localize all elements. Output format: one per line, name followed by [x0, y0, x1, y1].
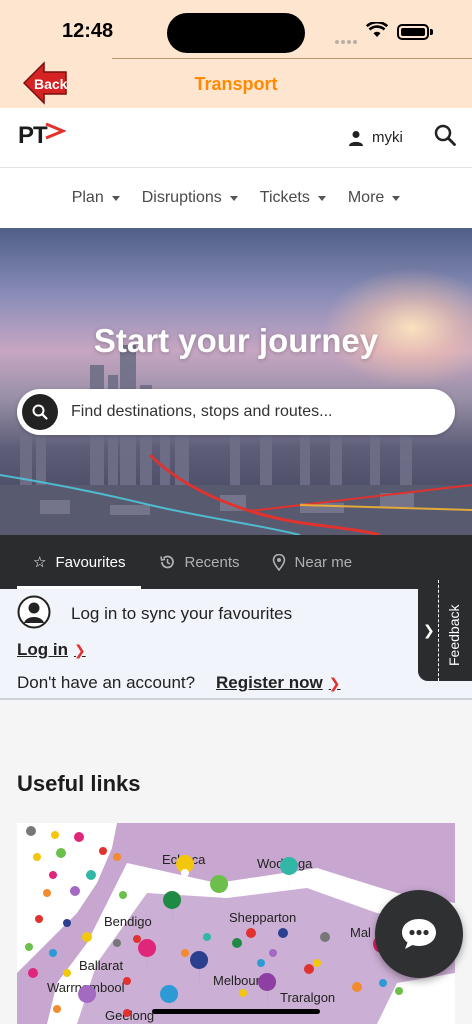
- nav-tickets[interactable]: Tickets: [260, 189, 326, 207]
- dynamic-island: [167, 13, 305, 53]
- home-indicator: [152, 1009, 320, 1014]
- chevron-right-icon: ❯: [328, 674, 341, 691]
- nav-disruptions[interactable]: Disruptions: [142, 189, 238, 207]
- useful-links-title: Useful links: [17, 771, 141, 796]
- signal-icon: [335, 31, 359, 44]
- login-link[interactable]: Log in ❯: [17, 640, 86, 660]
- wifi-icon: [366, 22, 388, 37]
- city-skyline-image: [0, 345, 472, 535]
- no-account-text: Don't have an account?: [17, 673, 196, 692]
- map-label: Traralgon: [280, 990, 335, 1005]
- pt-logo-arrow-icon: [45, 122, 66, 140]
- myki-account-link[interactable]: myki: [348, 129, 403, 146]
- history-icon: [160, 555, 175, 569]
- map-label: Bendigo: [104, 914, 152, 929]
- journey-search-input[interactable]: Find destinations, stops and routes...: [17, 389, 455, 435]
- nav-plan[interactable]: Plan: [72, 189, 120, 207]
- hero-banner: Start your journey Find destinations, st…: [0, 228, 472, 535]
- chevron-right-icon: ❯: [423, 622, 435, 638]
- battery-icon: [397, 24, 429, 40]
- map-label: Mal: [350, 925, 371, 940]
- tab-recents[interactable]: Recents: [141, 535, 255, 589]
- caret-down-icon: [392, 195, 401, 201]
- myki-label: myki: [372, 129, 403, 146]
- map-label: Ballarat: [79, 958, 123, 973]
- nav-more[interactable]: More: [348, 189, 401, 207]
- caret-down-icon: [317, 195, 326, 201]
- status-time: 12:48: [62, 20, 114, 42]
- app-header: Back Transport: [0, 58, 472, 108]
- tab-favourites[interactable]: ☆ Favourites: [0, 535, 142, 589]
- pt-logo[interactable]: PT: [18, 122, 48, 150]
- search-placeholder: Find destinations, stops and routes...: [71, 403, 333, 420]
- hero-title: Start your journey: [93, 322, 379, 359]
- chat-button[interactable]: [375, 890, 463, 978]
- register-link[interactable]: Register now ❯: [216, 673, 340, 693]
- app-title: Transport: [194, 74, 278, 94]
- chat-bubble-icon: [402, 919, 436, 949]
- site-header: PT myki: [0, 108, 472, 168]
- location-pin-icon: [272, 553, 285, 571]
- map-label: Shepparton: [229, 910, 296, 925]
- feedback-label: Feedback: [446, 604, 462, 666]
- favourites-tabs: ☆ Favourites Recents Near me: [0, 535, 472, 589]
- favourites-panel: Log in to sync your favourites Log in ❯ …: [0, 589, 472, 700]
- status-bar: 12:48: [0, 0, 472, 58]
- caret-down-icon: [111, 195, 120, 201]
- tab-near-me[interactable]: Near me: [256, 535, 369, 589]
- user-avatar-icon: [17, 595, 51, 629]
- star-icon: ☆: [33, 554, 47, 571]
- search-icon: [22, 394, 58, 430]
- sync-favourites-text: Log in to sync your favourites: [71, 604, 293, 623]
- search-icon[interactable]: [434, 124, 456, 146]
- feedback-tab[interactable]: ❯ Feedback: [418, 580, 472, 681]
- primary-nav: Plan Disruptions Tickets More: [0, 168, 472, 228]
- chevron-right-icon: ❯: [73, 641, 86, 658]
- caret-down-icon: [229, 195, 238, 201]
- user-icon: [349, 130, 363, 146]
